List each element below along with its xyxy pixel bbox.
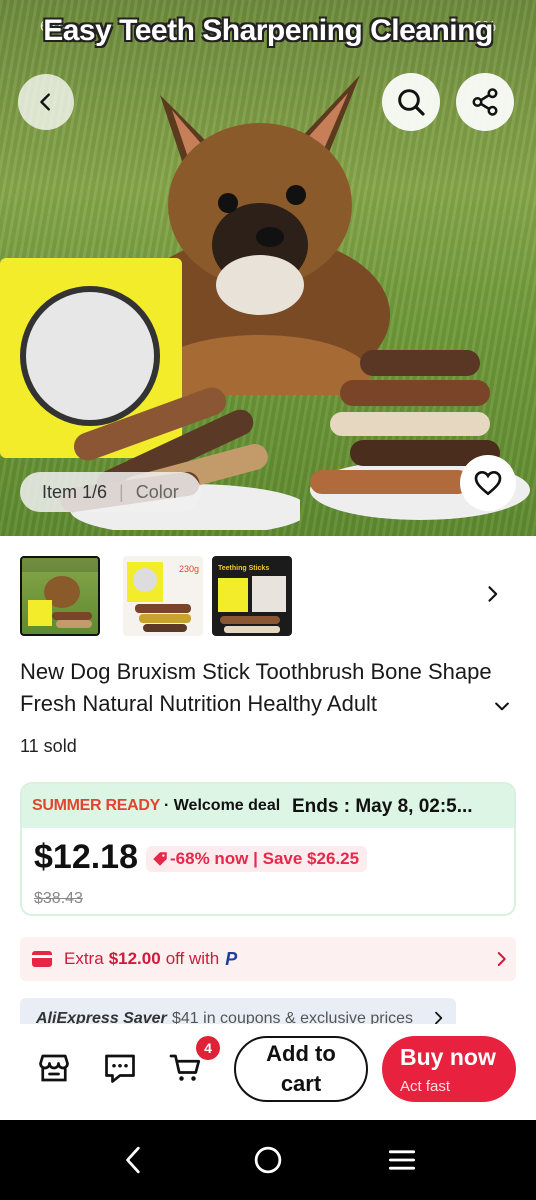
search-icon	[398, 89, 425, 116]
product-hero-image[interactable]: 6:0 9% Easy Teeth Sharpening Cleaning It…	[0, 0, 536, 536]
product-title[interactable]: New Dog Bruxism Stick Toothbrush Bone Sh…	[20, 656, 510, 720]
buy-now-button[interactable]: Buy now Act fast	[382, 1036, 516, 1102]
tag-icon	[153, 852, 167, 866]
store-button[interactable]	[34, 1048, 74, 1088]
thumbnails-next-button[interactable]	[476, 578, 508, 610]
menu-icon	[388, 1150, 416, 1170]
thumbnail-3-image: Teething Sticks	[218, 565, 286, 633]
chat-icon	[105, 1054, 135, 1083]
thumbnail-2[interactable]: 230g	[123, 556, 203, 636]
thumbnail-3-caption: Teething Sticks	[218, 565, 269, 572]
thumbnail-2-caption: 230g	[179, 564, 199, 574]
share-button[interactable]	[456, 73, 514, 131]
thumbnail-1[interactable]	[20, 556, 100, 636]
extra-amount: $12.00	[108, 949, 161, 968]
pill-separator: |	[119, 481, 124, 502]
add-to-cart-line1: Add to	[266, 1041, 336, 1066]
store-icon	[39, 1054, 69, 1082]
back-button[interactable]	[18, 74, 74, 130]
chat-button[interactable]	[100, 1048, 140, 1088]
chevron-right-icon	[497, 952, 506, 966]
nav-recents-button[interactable]	[382, 1140, 422, 1180]
hero-banner-text: Easy Teeth Sharpening Cleaning	[43, 14, 493, 47]
item-counter: Item 1/6	[42, 481, 108, 502]
discount-badge: -68% now | Save $26.25	[146, 846, 368, 872]
nav-back-icon	[126, 1146, 140, 1174]
nav-home-button[interactable]	[248, 1140, 288, 1180]
system-nav-bar	[0, 1120, 536, 1200]
extra-suffix: off with	[165, 949, 220, 968]
deal-tag: SUMMER READY	[32, 797, 160, 814]
thumbnail-strip: 230g Teething Sticks	[0, 556, 536, 636]
share-icon	[472, 88, 498, 116]
home-circle-icon	[254, 1146, 282, 1174]
add-to-cart-button[interactable]: Add to cart	[234, 1036, 368, 1102]
bottom-action-bar: 4 Add to cart Buy now Act fast	[0, 1024, 536, 1120]
thumbnail-1-image	[22, 558, 98, 628]
sold-count: 11 sold	[20, 736, 77, 756]
heart-icon	[474, 470, 502, 496]
extra-prefix: Extra	[64, 949, 104, 968]
buy-now-label: Buy now	[400, 1044, 496, 1070]
chevron-left-icon	[40, 93, 50, 111]
add-to-cart-label: Add to cart	[266, 1039, 336, 1099]
extra-offer-banner[interactable]: Extra $12.00 off with P	[20, 937, 516, 981]
buy-now-sublabel: Act fast	[400, 1078, 451, 1095]
search-button[interactable]	[382, 73, 440, 131]
wishlist-button[interactable]	[460, 455, 516, 511]
deal-body: $12.18 -68% now | Save $26.25 $38.43	[22, 828, 514, 914]
chevron-right-icon	[488, 586, 498, 602]
discount-text: -68% now | Save $26.25	[170, 849, 360, 868]
add-to-cart-line2: cart	[280, 1071, 322, 1096]
deal-countdown: Ends : May 8, 02:5...	[292, 796, 473, 817]
paypal-icon: P	[225, 948, 238, 969]
thumbnail-2-image: 230g	[127, 562, 199, 632]
thumbnail-3[interactable]: Teething Sticks	[212, 556, 292, 636]
item-variant-label: Color	[135, 481, 179, 502]
card-icon	[32, 951, 52, 967]
original-price: $38.43	[34, 890, 83, 907]
expand-title-icon[interactable]	[492, 696, 512, 716]
nav-back-button[interactable]	[114, 1140, 154, 1180]
deal-welcome: · Welcome deal	[163, 797, 281, 814]
cart-count-badge: 4	[196, 1036, 220, 1060]
item-counter-pill[interactable]: Item 1/6 | Color	[20, 472, 201, 512]
current-price: $12.18	[34, 838, 138, 876]
deal-card[interactable]: SUMMER READY · Welcome deal Ends : May 8…	[20, 782, 516, 916]
